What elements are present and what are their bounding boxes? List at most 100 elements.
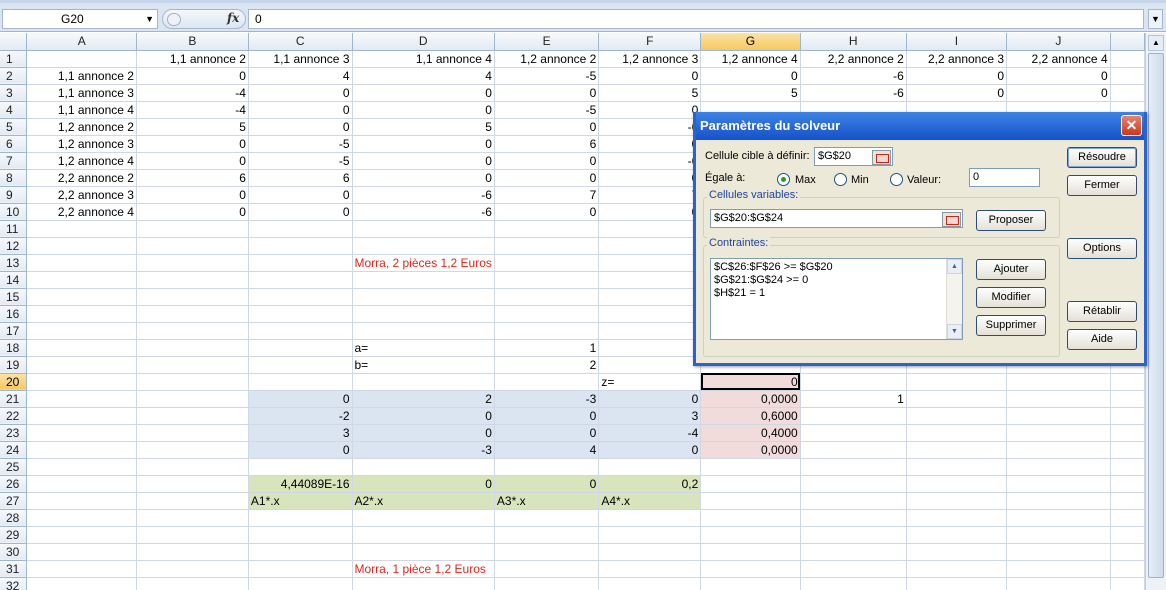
row-header[interactable]: 1 [0, 50, 28, 68]
row-header[interactable]: 23 [0, 424, 28, 442]
cell[interactable] [800, 407, 907, 425]
cell[interactable]: 0 [352, 475, 495, 493]
cell[interactable] [800, 441, 907, 459]
cell[interactable]: 1,1 annonce 3 [248, 50, 353, 68]
cell[interactable] [136, 339, 249, 357]
cell[interactable] [248, 220, 353, 238]
cell[interactable]: -6 [352, 186, 495, 204]
cell[interactable] [136, 577, 249, 590]
radio-value[interactable] [890, 173, 903, 186]
cell[interactable]: 0 [598, 169, 702, 187]
row-header[interactable]: 30 [0, 543, 28, 561]
cell[interactable]: -6 [352, 203, 495, 221]
cell[interactable] [248, 526, 353, 544]
cell[interactable] [26, 407, 137, 425]
cell[interactable] [26, 441, 137, 459]
constraints-scrollbar[interactable]: ▲ ▼ [946, 259, 962, 339]
cell[interactable]: 0 [906, 67, 1008, 85]
cell[interactable] [26, 50, 137, 68]
row-header[interactable]: 19 [0, 356, 28, 374]
cell[interactable]: 0 [598, 101, 702, 119]
row-header[interactable]: 26 [0, 475, 28, 493]
cell[interactable]: 0 [248, 84, 353, 102]
cell[interactable]: 0,0000 [700, 390, 801, 408]
cell[interactable] [494, 458, 600, 476]
guess-button[interactable]: Proposer [976, 210, 1046, 231]
cell[interactable] [136, 560, 249, 578]
cell[interactable] [800, 492, 907, 510]
cell[interactable] [1110, 84, 1145, 102]
radio-min[interactable] [834, 173, 847, 186]
cell[interactable] [136, 288, 249, 306]
row-header[interactable]: 11 [0, 220, 28, 238]
cell[interactable] [1006, 560, 1111, 578]
constraint-item[interactable]: $G$21:$G$24 >= 0 [714, 274, 959, 287]
cell[interactable]: 0,6000 [700, 407, 801, 425]
cell[interactable]: 0 [352, 101, 495, 119]
cell[interactable]: 0 [494, 118, 600, 136]
cell[interactable]: 1,1 annonce 4 [26, 101, 137, 119]
column-header[interactable]: H [800, 33, 907, 51]
row-header[interactable]: 24 [0, 441, 28, 459]
cell[interactable] [598, 543, 702, 561]
cell[interactable]: 0 [700, 373, 801, 391]
cell[interactable] [598, 526, 702, 544]
cell[interactable]: 0 [248, 186, 353, 204]
cell[interactable] [700, 475, 801, 493]
cell[interactable] [494, 288, 600, 306]
cell[interactable] [1006, 543, 1111, 561]
cell[interactable] [352, 220, 495, 238]
cell[interactable] [136, 390, 249, 408]
cell[interactable]: 0 [494, 407, 600, 425]
radio-min-label[interactable]: Min [851, 174, 869, 186]
cell[interactable] [352, 271, 495, 289]
cell[interactable] [26, 475, 137, 493]
cell[interactable]: 5 [352, 118, 495, 136]
vertical-scrollbar[interactable]: ▲ [1145, 33, 1166, 590]
close-icon[interactable]: ✕ [1121, 115, 1142, 136]
column-header[interactable]: D [352, 33, 495, 51]
row-header[interactable]: 22 [0, 407, 28, 425]
cell[interactable]: -4 [136, 101, 249, 119]
cell[interactable] [136, 509, 249, 527]
row-header[interactable]: 10 [0, 203, 28, 221]
row-header[interactable]: 8 [0, 169, 28, 187]
cell[interactable] [906, 492, 1008, 510]
row-header[interactable]: 6 [0, 135, 28, 153]
cell[interactable]: 0 [248, 118, 353, 136]
cell[interactable]: 0,4000 [700, 424, 801, 442]
cell[interactable] [1006, 407, 1111, 425]
value-input[interactable]: 0 [969, 168, 1040, 187]
cell[interactable] [26, 373, 137, 391]
cell[interactable] [494, 237, 600, 255]
cell[interactable] [494, 305, 600, 323]
cell[interactable] [248, 356, 353, 374]
cell[interactable] [800, 560, 907, 578]
cell[interactable] [906, 560, 1008, 578]
row-header[interactable]: 28 [0, 509, 28, 527]
cell[interactable] [26, 220, 137, 238]
cell[interactable] [136, 458, 249, 476]
reset-button[interactable]: Rétablir [1067, 301, 1137, 322]
variable-cells-input[interactable]: $G$20:$G$24 [710, 209, 963, 228]
cell[interactable]: 0 [906, 84, 1008, 102]
cell[interactable]: 0 [494, 475, 600, 493]
resize-handle-icon[interactable] [167, 13, 181, 26]
formula-input[interactable]: 0 [248, 9, 1144, 29]
cell[interactable] [26, 390, 137, 408]
column-header[interactable] [1110, 33, 1145, 51]
cell[interactable] [248, 458, 353, 476]
cell[interactable]: 2,2 annonce 3 [26, 186, 137, 204]
cell[interactable] [136, 220, 249, 238]
cell[interactable] [1110, 560, 1145, 578]
cell[interactable]: -3 [352, 441, 495, 459]
cell[interactable] [1006, 373, 1111, 391]
cell[interactable] [1006, 441, 1111, 459]
target-cell-input[interactable]: $G$20 [814, 147, 893, 166]
row-header[interactable]: 25 [0, 458, 28, 476]
cell[interactable] [598, 271, 702, 289]
cell[interactable] [494, 373, 600, 391]
cell[interactable] [352, 237, 495, 255]
cell[interactable] [26, 339, 137, 357]
cell[interactable] [906, 458, 1008, 476]
